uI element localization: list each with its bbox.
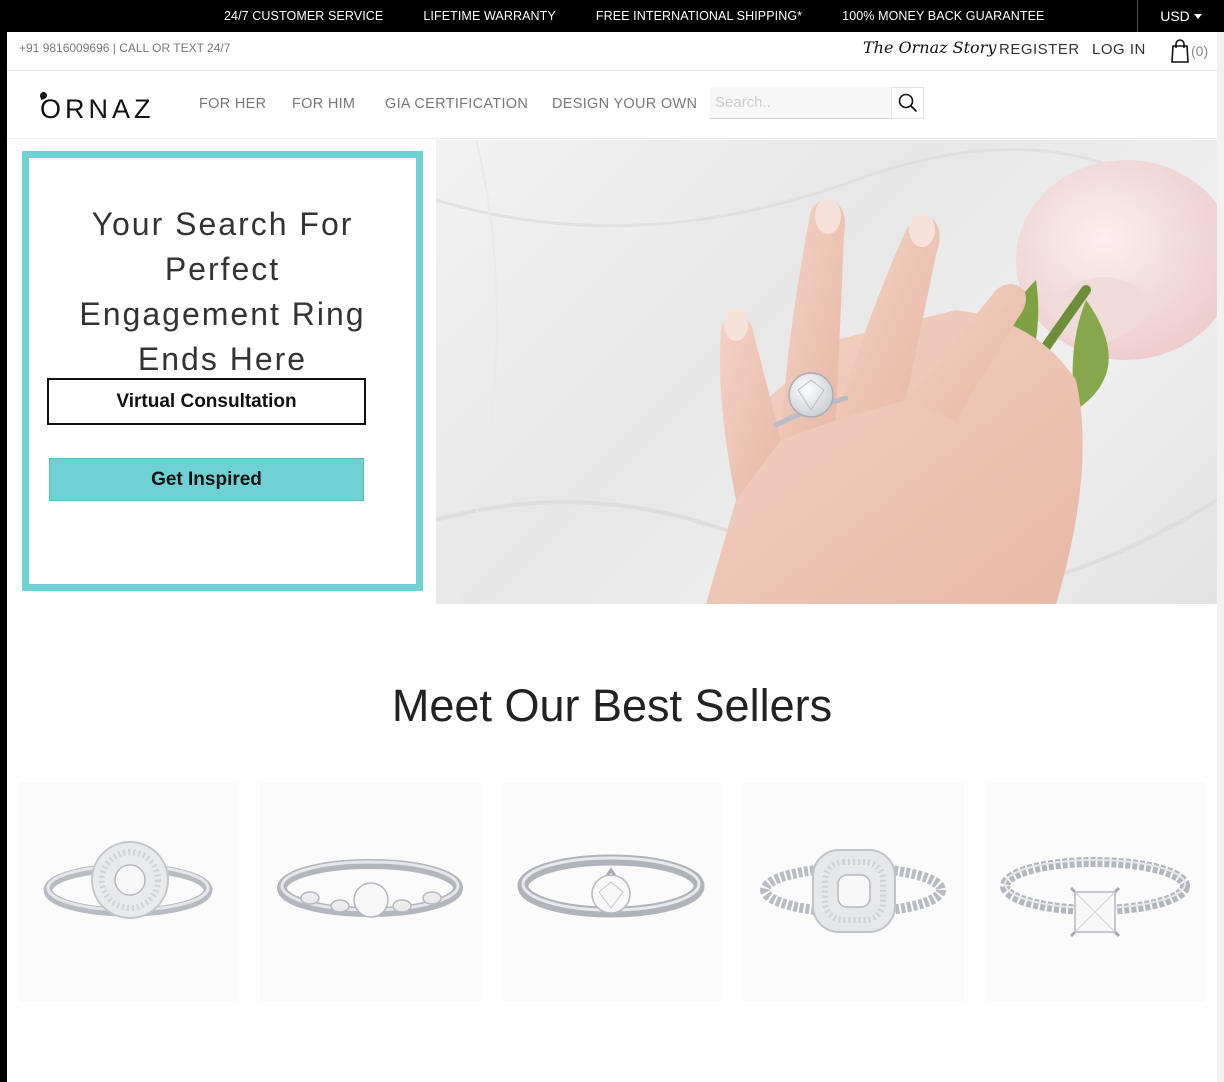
- currency-selector[interactable]: USD: [1137, 0, 1224, 32]
- caret-down-icon: [1193, 13, 1202, 19]
- product-card[interactable]: [743, 782, 964, 1002]
- login-link[interactable]: LOG IN: [1092, 41, 1146, 58]
- shopping-bag-icon: [1171, 39, 1189, 63]
- cushion-halo-ring-image: [760, 849, 946, 933]
- nav-design-your-own[interactable]: DESIGN YOUR OWN: [552, 96, 697, 112]
- hero-heading-line: Your Search For: [91, 206, 354, 242]
- nav-gia-certification[interactable]: GIA CERTIFICATION: [385, 96, 528, 112]
- ornaz-logo[interactable]: ORNAZ: [40, 94, 155, 125]
- product-card[interactable]: [501, 782, 722, 1002]
- solitaire-ring-image: [517, 854, 705, 918]
- hero-banner-image[interactable]: [436, 140, 1217, 604]
- cart-count: (0): [1191, 43, 1209, 59]
- nav-for-him[interactable]: FOR HIM: [292, 96, 355, 112]
- hero-heading-line: Engagement Ring: [79, 296, 366, 332]
- ornaz-story-link[interactable]: The Ornaz Story: [863, 38, 996, 57]
- hero-heading-line: Ends Here: [137, 341, 308, 377]
- main-nav: ORNAZ FOR HER FOR HIM GIA CERTIFICATION …: [7, 72, 1217, 139]
- hero-heading-line: Perfect: [164, 251, 281, 287]
- virtual-consultation-button[interactable]: Virtual Consultation: [47, 378, 366, 425]
- hero-promo-panel: Your Search For Perfect Engagement Ring …: [22, 151, 423, 591]
- search-button[interactable]: [891, 87, 924, 119]
- promo-lifetime-warranty: LIFETIME WARRANTY: [423, 9, 556, 23]
- promo-money-back: 100% MONEY BACK GUARANTEE: [842, 9, 1045, 23]
- search-input[interactable]: [710, 87, 890, 119]
- product-card[interactable]: [260, 782, 481, 1002]
- utility-bar: +91 9816009696 | CALL OR TEXT 24/7 The O…: [7, 32, 1217, 71]
- left-edge: [0, 32, 7, 1082]
- promo-customer-service: 24/7 CUSTOMER SERVICE: [224, 9, 384, 23]
- nav-for-her[interactable]: FOR HER: [199, 96, 266, 112]
- princess-ring-image: [1000, 857, 1190, 938]
- vintage-ring-image: [277, 859, 463, 918]
- get-inspired-button[interactable]: Get Inspired: [49, 458, 364, 501]
- register-link[interactable]: REGISTER: [999, 41, 1080, 58]
- hand-with-ring-illustration: [436, 140, 1217, 604]
- product-card[interactable]: [18, 782, 239, 1002]
- scrollbar-track[interactable]: [1217, 32, 1224, 1082]
- hero-heading: Your Search For Perfect Engagement Ring …: [29, 202, 416, 382]
- currency-label: USD: [1160, 8, 1190, 24]
- halo-ring-image: [43, 841, 213, 919]
- cart-button[interactable]: (0): [1171, 39, 1208, 63]
- best-sellers-heading: Meet Our Best Sellers: [391, 680, 833, 731]
- promo-bar: 24/7 CUSTOMER SERVICE LIFETIME WARRANTY …: [0, 0, 1224, 32]
- promo-free-shipping: FREE INTERNATIONAL SHIPPING*: [595, 9, 803, 23]
- search-icon: [898, 93, 917, 113]
- product-card[interactable]: [985, 782, 1206, 1002]
- phone-number[interactable]: +91 9816009696 | CALL OR TEXT 24/7: [19, 41, 230, 55]
